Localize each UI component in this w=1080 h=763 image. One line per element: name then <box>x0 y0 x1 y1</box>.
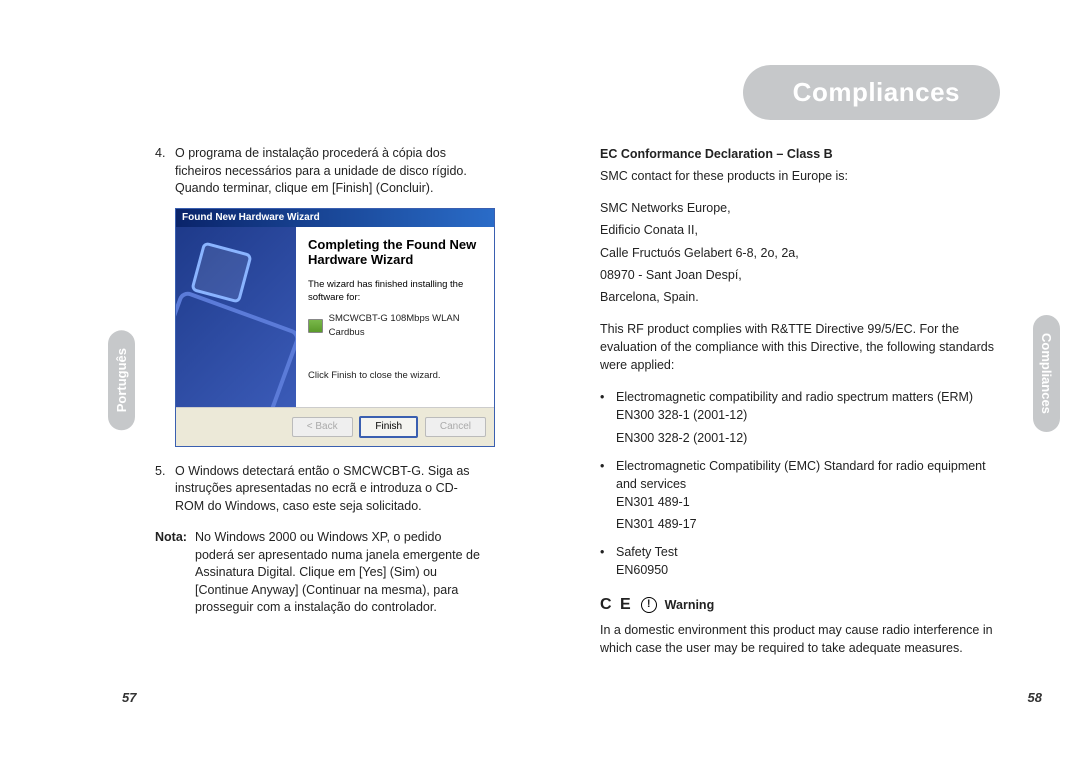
warning-text: In a domestic environment this product m… <box>600 621 1000 657</box>
bullet-1: • Electromagnetic compatibility and radi… <box>600 388 1000 406</box>
device-icon <box>308 319 323 333</box>
header-pill: Compliances <box>743 65 1000 120</box>
addr-line: Edificio Conata II, <box>600 221 1000 239</box>
wizard-titlebar: Found New Hardware Wizard <box>176 209 494 227</box>
bullet-1-text: Electromagnetic compatibility and radio … <box>616 388 973 406</box>
page-number-right: 58 <box>1028 690 1042 705</box>
wizard-footer-text: Click Finish to close the wizard. <box>308 369 482 382</box>
wizard-screenshot: Found New Hardware Wizard Completing the… <box>175 208 495 447</box>
left-side-tab: Português <box>108 330 135 430</box>
addr-line: Calle Fructuós Gelabert 6-8, 2o, 2a, <box>600 244 1000 262</box>
contact-intro: SMC contact for these products in Europe… <box>600 167 1000 185</box>
warning-row: C E ! Warning <box>600 593 1000 616</box>
wizard-device-row: SMCWCBT-G 108Mbps WLAN Cardbus <box>308 312 482 339</box>
wizard-device-name: SMCWCBT-G 108Mbps WLAN Cardbus <box>329 312 482 339</box>
wizard-button-row: < Back Finish Cancel <box>176 407 494 446</box>
back-button[interactable]: < Back <box>292 417 353 437</box>
page-number-left: 57 <box>122 690 136 705</box>
right-side-tab: Compliances <box>1033 315 1060 432</box>
bullet-3: • Safety Test <box>600 543 1000 561</box>
bullet-2: • Electromagnetic Compatibility (EMC) St… <box>600 457 1000 493</box>
addr-line: SMC Networks Europe, <box>600 199 1000 217</box>
nota-text: No Windows 2000 ou Windows XP, o pedido … <box>195 529 480 617</box>
cancel-button[interactable]: Cancel <box>425 417 486 437</box>
rf-text: This RF product complies with R&TTE Dire… <box>600 320 1000 374</box>
standard-line: EN300 328-1 (2001-12) <box>616 406 1000 424</box>
standard-line: EN301 489-17 <box>616 515 1000 533</box>
standard-line: EN300 328-2 (2001-12) <box>616 429 1000 447</box>
ce-mark-icon: C E <box>600 593 633 616</box>
ec-heading: EC Conformance Declaration – Class B <box>600 145 1000 163</box>
list-item-5: 5. O Windows detectará então o SMCWCBT-G… <box>155 463 480 516</box>
list-body-5: O Windows detectará então o SMCWCBT-G. S… <box>175 463 480 516</box>
list-item-4: 4. O programa de instalação procederá à … <box>155 145 480 198</box>
nota-row: Nota: No Windows 2000 ou Windows XP, o p… <box>155 529 480 617</box>
wizard-text: The wizard has finished installing the s… <box>308 278 482 305</box>
addr-line: 08970 - Sant Joan Despí, <box>600 266 1000 284</box>
bullet-2-text: Electromagnetic Compatibility (EMC) Stan… <box>616 457 1000 493</box>
finish-button[interactable]: Finish <box>359 416 418 438</box>
exclamation-icon: ! <box>641 597 657 613</box>
wizard-sidebar-graphic <box>176 227 296 407</box>
warning-label: Warning <box>665 596 715 614</box>
addr-line: Barcelona, Spain. <box>600 288 1000 306</box>
standard-line: EN301 489-1 <box>616 493 1000 511</box>
list-body-4: O programa de instalação procederá à cóp… <box>175 145 480 198</box>
wizard-heading: Completing the Found New Hardware Wizard <box>308 237 482 268</box>
list-number: 5. <box>155 463 175 516</box>
nota-label: Nota: <box>155 529 195 617</box>
bullet-3-text: Safety Test <box>616 543 678 561</box>
list-number: 4. <box>155 145 175 198</box>
standard-line: EN60950 <box>616 561 1000 579</box>
